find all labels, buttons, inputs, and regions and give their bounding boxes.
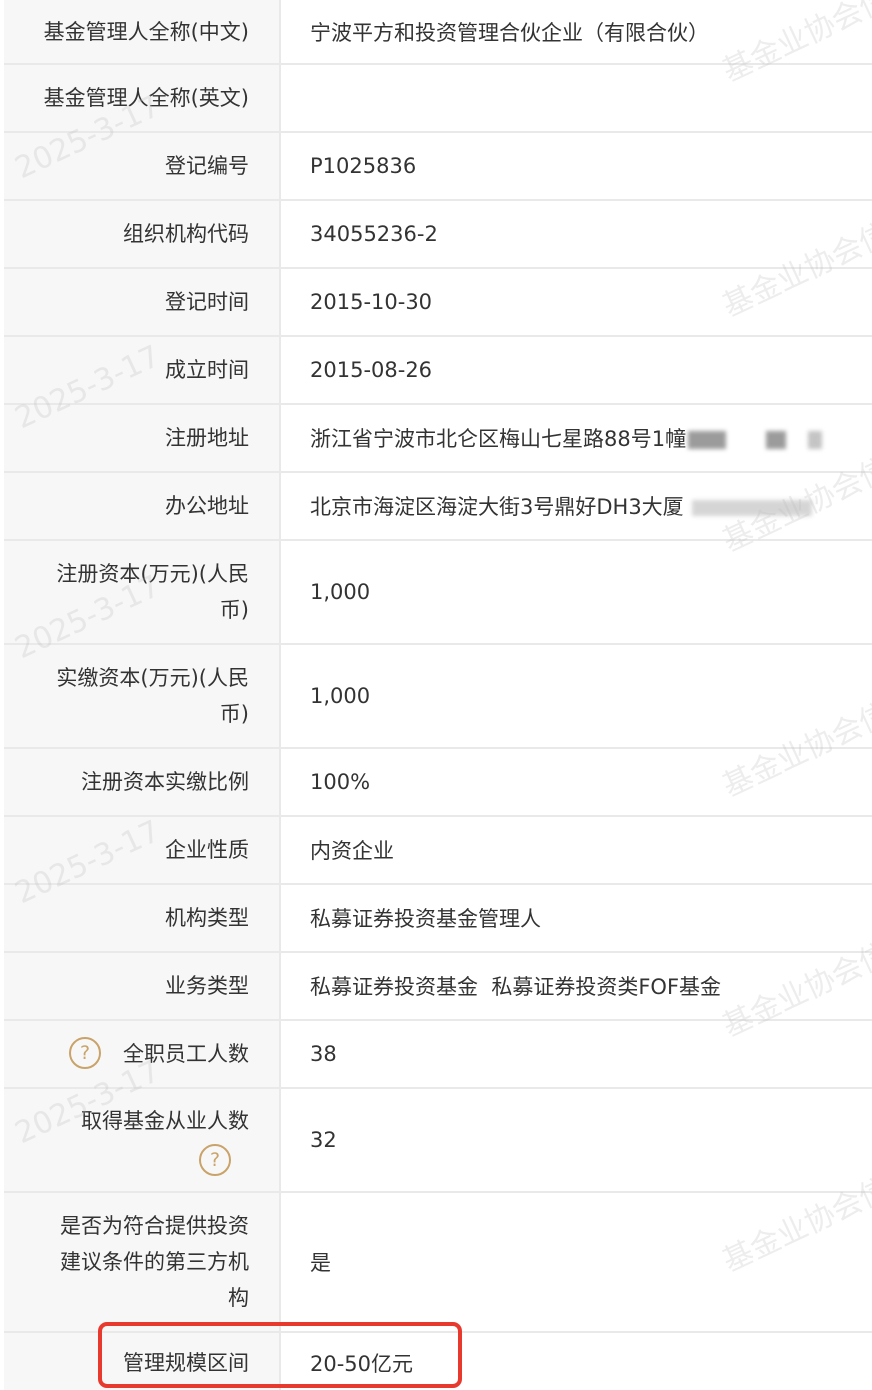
row-value: 34055236-2 [279,200,872,269]
row-value: 20-50亿元 [279,1332,872,1390]
help-icon-line: ? [4,1141,249,1177]
table-row: 基金管理人全称(英文) [4,64,872,133]
table-row: 基金管理人全称(中文) 宁波平方和投资管理合伙企业（有限合伙） [4,0,872,65]
row-value: 1,000 [279,540,872,645]
manager-info-table: 基金管理人全称(中文) 宁波平方和投资管理合伙企业（有限合伙） 基金管理人全称(… [4,0,872,1390]
row-label: 是否为符合提供投资建议条件的第三方机构 [4,1192,280,1333]
row-value: 私募证券投资基金 私募证券投资类FOF基金 [279,952,872,1021]
row-value: 2015-10-30 [279,268,872,337]
row-value: 北京市海淀区海淀大街3号鼎好DH3大厦 [279,472,872,541]
row-label: 基金管理人全称(英文) [4,64,280,133]
table-row: 登记时间 2015-10-30 [4,268,872,337]
row-value: 2015-08-26 [279,336,872,405]
help-icon[interactable]: ? [69,1037,101,1069]
table-row: 组织机构代码 34055236-2 [4,200,872,269]
table-row: 机构类型 私募证券投资基金管理人 [4,884,872,953]
row-label: 成立时间 [4,336,280,405]
table-row: 取得基金从业人数? 32 [4,1088,872,1193]
row-label: 注册资本(万元)(人民币) [4,540,280,645]
row-label: 组织机构代码 [4,200,280,269]
row-label: 登记时间 [4,268,280,337]
help-icon[interactable]: ? [199,1144,231,1176]
redacted-mark [766,431,787,449]
row-value: 100% [279,748,872,817]
manager-info-page: 基金管理人全称(中文) 宁波平方和投资管理合伙企业（有限合伙） 基金管理人全称(… [0,0,872,1390]
table-row: 注册资本(万元)(人民币) 1,000 [4,540,872,645]
row-label: 业务类型 [4,952,280,1021]
table-row: 成立时间 2015-08-26 [4,336,872,405]
table-row: ? 全职员工人数 38 [4,1020,872,1089]
row-value: 1,000 [279,644,872,749]
row-value [279,64,872,133]
row-value: 宁波平方和投资管理合伙企业（有限合伙） [279,0,872,65]
table-row: 管理规模区间 20-50亿元 [4,1332,872,1390]
table-row: 是否为符合提供投资建议条件的第三方机构 是 [4,1192,872,1333]
office-address-text: 北京市海淀区海淀大街3号鼎好DH3大厦 [310,495,684,519]
row-value: 内资企业 [279,816,872,885]
row-label: 注册资本实缴比例 [4,748,280,817]
redacted-mark [688,431,727,449]
row-label: 企业性质 [4,816,280,885]
row-value: 32 [279,1088,872,1193]
row-value: 是 [279,1192,872,1333]
row-value: 38 [279,1020,872,1089]
table-row: 业务类型 私募证券投资基金 私募证券投资类FOF基金 [4,952,872,1021]
row-label: ? 全职员工人数 [4,1020,280,1089]
registered-address-text: 浙江省宁波市北仑区梅山七星路88号1幢 [310,427,687,451]
row-label: 注册地址 [4,404,280,473]
full-time-staff-label: 全职员工人数 [123,1042,249,1066]
row-label: 基金管理人全称(中文) [4,0,280,65]
table-row: 注册资本实缴比例 100% [4,748,872,817]
table-row: 企业性质 内资企业 [4,816,872,885]
row-value: 私募证券投资基金管理人 [279,884,872,953]
row-label: 取得基金从业人数? [4,1088,280,1193]
table-row: 办公地址 北京市海淀区海淀大街3号鼎好DH3大厦 [4,472,872,541]
row-label: 管理规模区间 [4,1332,280,1390]
qualified-staff-label: 取得基金从业人数 [81,1109,249,1133]
row-value: P1025836 [279,132,872,201]
table-row: 注册地址 浙江省宁波市北仑区梅山七星路88号1幢 [4,404,872,473]
redacted-mark [691,500,812,516]
table-row: 登记编号 P1025836 [4,132,872,201]
table-row: 实缴资本(万元)(人民币) 1,000 [4,644,872,749]
row-label: 实缴资本(万元)(人民币) [4,644,280,749]
row-value: 浙江省宁波市北仑区梅山七星路88号1幢 [279,404,872,473]
row-label: 机构类型 [4,884,280,953]
row-label: 登记编号 [4,132,280,201]
redacted-mark [808,431,823,449]
row-label: 办公地址 [4,472,280,541]
